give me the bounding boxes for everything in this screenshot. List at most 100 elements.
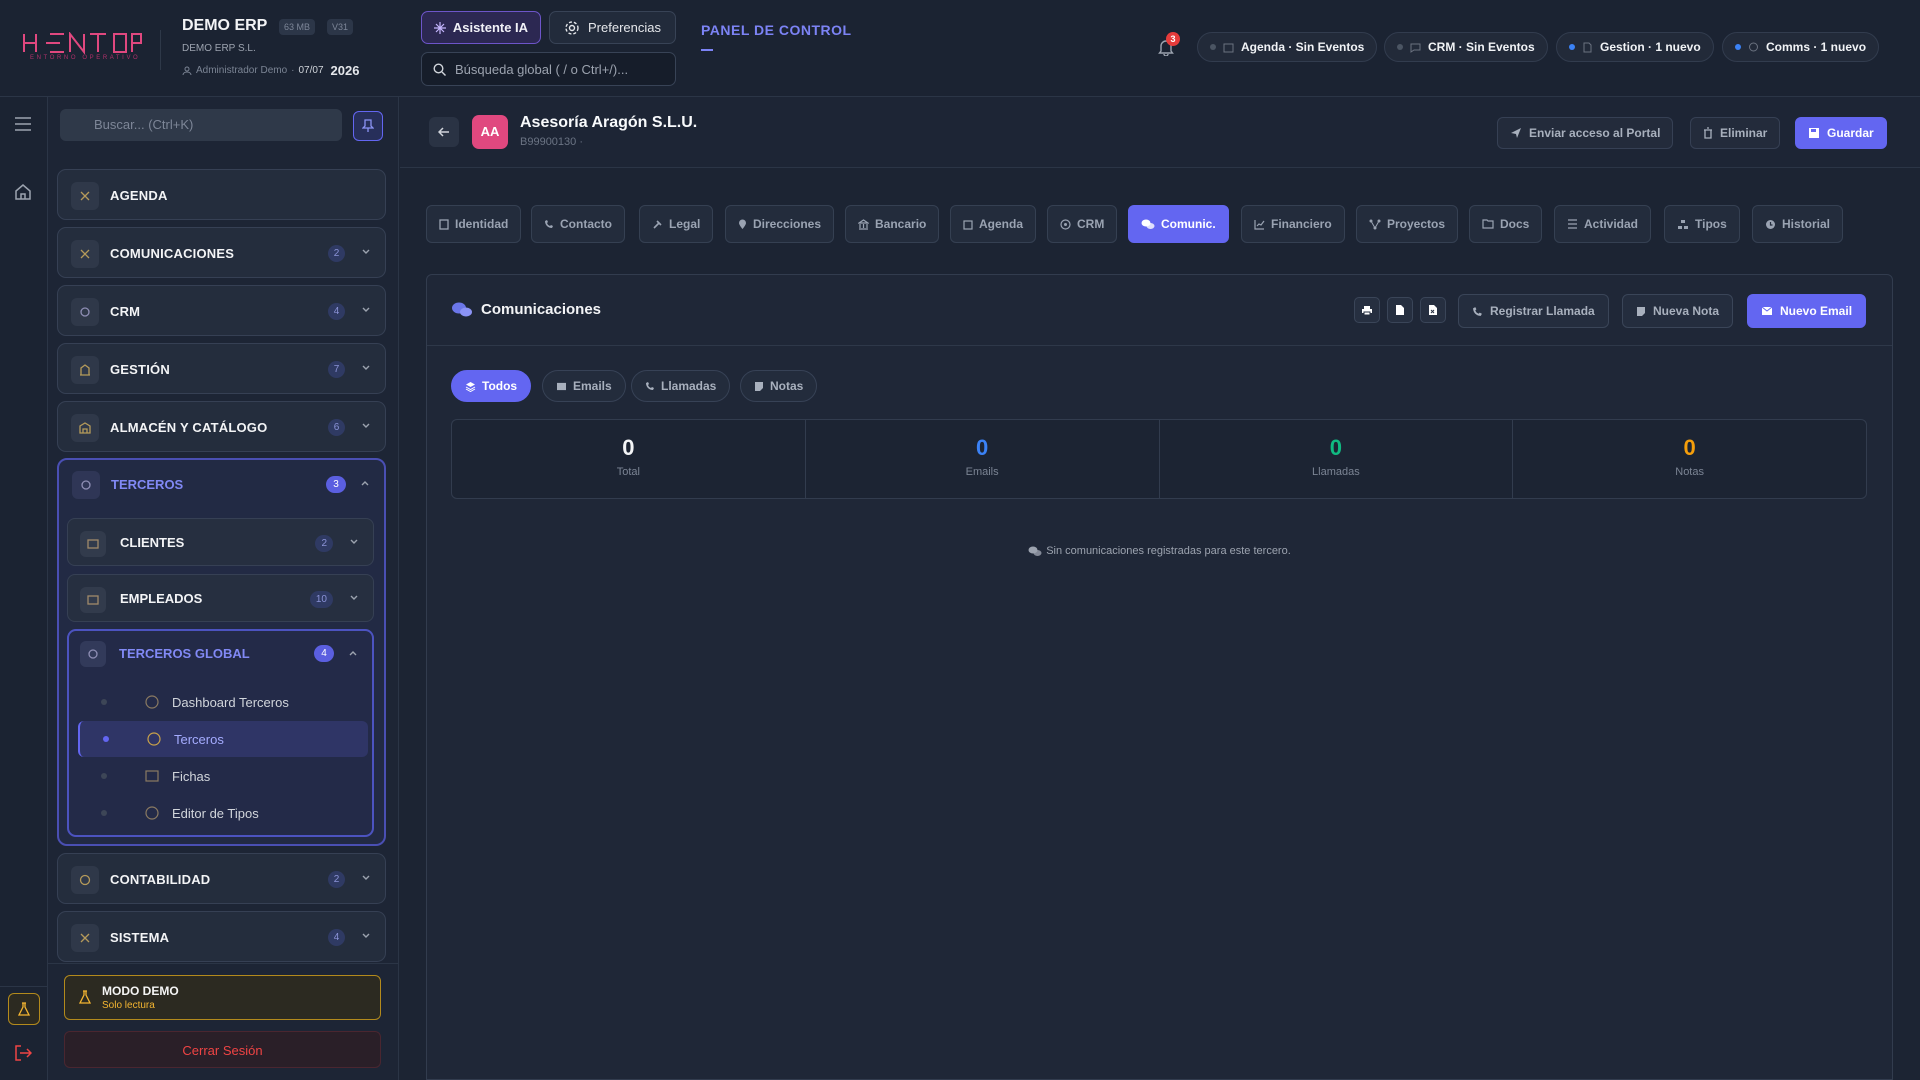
arrow-left-icon — [438, 127, 449, 137]
register-call-button[interactable]: Registrar Llamada — [1458, 294, 1609, 328]
calendar-icon — [963, 219, 973, 230]
nav-item-fichas[interactable]: Fichas — [78, 758, 368, 794]
logout-button[interactable]: Cerrar Sesión — [64, 1031, 381, 1068]
global-search-placeholder: Búsqueda global ( / o Ctrl+/)... — [455, 61, 629, 77]
preferences-button[interactable]: Preferencias — [549, 11, 676, 44]
stat-value: 0 — [976, 435, 989, 460]
tab-direcciones[interactable]: Direcciones — [725, 205, 835, 243]
panel-title[interactable]: PANEL DE CONTROL — [701, 22, 852, 38]
ai-assistant-button[interactable]: Asistente IA — [421, 11, 541, 44]
demo-mode-subtitle: Solo lectura — [102, 1000, 155, 1011]
sidebar-module-comunicaciones[interactable]: COMUNICACIONES 2 — [57, 227, 386, 278]
status-pill-agenda[interactable]: Agenda · Sin Eventos — [1197, 32, 1378, 62]
tab-actividad[interactable]: Actividad — [1554, 205, 1652, 243]
tab-comunicaciones[interactable]: Comunic. — [1128, 205, 1229, 243]
tab-proyectos[interactable]: Proyectos — [1356, 205, 1459, 243]
tab-docs[interactable]: Docs — [1469, 205, 1543, 243]
filter-todos[interactable]: Todos — [451, 370, 532, 402]
bullet — [101, 773, 107, 779]
nav-item-dashboard-terceros[interactable]: Dashboard Terceros — [78, 684, 368, 720]
folder-icon — [1482, 219, 1494, 229]
network-icon — [1369, 219, 1381, 229]
top-bar: ENTORNO OPERATIVO DEMO ERP 63 MB V31 DEM… — [0, 0, 1920, 97]
back-button[interactable] — [429, 117, 459, 147]
nav-item-terceros[interactable]: Terceros — [78, 721, 368, 757]
brand-logo[interactable] — [22, 32, 142, 54]
sidebar-search-input[interactable]: Buscar... (Ctrl+K) — [60, 109, 342, 141]
tab-tipos[interactable]: Tipos — [1664, 205, 1740, 243]
tab-agenda[interactable]: Agenda — [950, 205, 1037, 243]
tab-bancario[interactable]: Bancario — [845, 205, 940, 243]
nav-item-editor-tipos[interactable]: Editor de Tipos — [78, 795, 368, 831]
sidebar-module-gestion[interactable]: GESTIÓN 7 — [57, 343, 386, 394]
sidebar-module-contabilidad[interactable]: CONTABILIDAD 2 — [57, 853, 386, 904]
sidebar-module-count: 6 — [328, 419, 345, 436]
demo-mode-rail-button[interactable] — [8, 993, 40, 1025]
menu-toggle[interactable] — [14, 117, 32, 131]
stat-value: 0 — [622, 435, 635, 460]
home-icon — [15, 184, 31, 200]
global-search-input[interactable]: Búsqueda global ( / o Ctrl+/)... — [421, 52, 676, 86]
calendar-icon — [1223, 43, 1234, 52]
status-pill-crm[interactable]: CRM · Sin Eventos — [1384, 32, 1548, 62]
sidebar-module-label: SISTEMA — [110, 930, 170, 945]
status-pill-comms[interactable]: Comms · 1 nuevo — [1722, 32, 1880, 62]
crm-icon — [71, 298, 99, 326]
filter-emails[interactable]: Emails — [542, 370, 626, 402]
tab-label: Financiero — [1271, 217, 1332, 231]
filter-notas[interactable]: Notas — [740, 370, 818, 402]
print-button[interactable] — [1354, 297, 1380, 323]
tab-crm[interactable]: CRM — [1047, 205, 1118, 243]
sidebar-sub-terceros-global-header[interactable]: TERCEROS GLOBAL 4 — [69, 631, 372, 677]
chevron-down-icon — [362, 365, 370, 370]
tab-label: Comunic. — [1161, 217, 1216, 231]
chevron-down-icon — [362, 933, 370, 938]
sidebar-module-crm[interactable]: CRM 4 — [57, 285, 386, 336]
filter-llamadas[interactable]: Llamadas — [631, 370, 731, 402]
sidebar-module-label: CRM — [110, 304, 141, 319]
tab-financiero[interactable]: Financiero — [1241, 205, 1345, 243]
brand-tagline: ENTORNO OPERATIVO — [30, 55, 141, 61]
sidebar-sub-empleados[interactable]: EMPLEADOS 10 — [67, 574, 374, 622]
entity-name: Asesoría Aragón S.L.U. — [520, 114, 698, 131]
export-pdf-button[interactable] — [1387, 297, 1413, 323]
stat-value: 0 — [1683, 435, 1696, 460]
new-note-button[interactable]: Nueva Nota — [1622, 294, 1734, 328]
list-icon — [1568, 219, 1577, 229]
tab-legal[interactable]: Legal — [639, 205, 714, 243]
preferences-label: Preferencias — [588, 20, 661, 35]
save-button[interactable]: Guardar — [1795, 117, 1887, 149]
tab-historial[interactable]: Historial — [1752, 205, 1844, 243]
comments-icon — [1028, 546, 1042, 556]
tab-label: Actividad — [1584, 217, 1639, 231]
icon-rail — [0, 97, 48, 1080]
sidebar-module-count: 2 — [328, 871, 345, 888]
gear-icon — [565, 20, 579, 35]
sidebar-module-sistema[interactable]: SISTEMA 4 — [57, 911, 386, 962]
sidebar-pin-button[interactable] — [353, 111, 383, 141]
gavel-icon — [653, 219, 662, 229]
sidebar-module-terceros-header[interactable]: TERCEROS 3 — [59, 460, 384, 510]
editor-icon — [145, 806, 159, 820]
layers-icon — [465, 381, 476, 392]
delete-button[interactable]: Eliminar — [1690, 117, 1781, 149]
home-button[interactable] — [14, 183, 32, 201]
sitemap-icon — [1678, 219, 1688, 229]
export-excel-button[interactable] — [1420, 297, 1446, 323]
status-pill-label: Comms · 1 nuevo — [1766, 40, 1867, 54]
sidebar-sub-clientes[interactable]: CLIENTES 2 — [67, 518, 374, 566]
logout-rail-button[interactable] — [14, 1045, 32, 1061]
send-portal-access-button[interactable]: Enviar acceso al Portal — [1497, 117, 1674, 149]
sidebar-module-count: 2 — [328, 245, 345, 262]
new-email-button[interactable]: Nuevo Email — [1747, 294, 1867, 328]
tab-identidad[interactable]: Identidad — [426, 205, 522, 243]
tab-contacto[interactable]: Contacto — [531, 205, 625, 243]
demo-mode-banner[interactable]: MODO DEMO Solo lectura — [64, 975, 381, 1020]
ai-assistant-label: Asistente IA — [452, 20, 529, 35]
clientes-icon — [80, 531, 106, 557]
phone-icon — [646, 382, 654, 390]
sidebar-module-almacen[interactable]: ALMACÉN Y CATÁLOGO 6 — [57, 401, 386, 452]
sidebar-sub-label: CLIENTES — [120, 535, 185, 550]
status-pill-gestion[interactable]: Gestion · 1 nuevo — [1556, 32, 1714, 62]
sidebar-module-agenda[interactable]: AGENDA — [57, 169, 386, 220]
